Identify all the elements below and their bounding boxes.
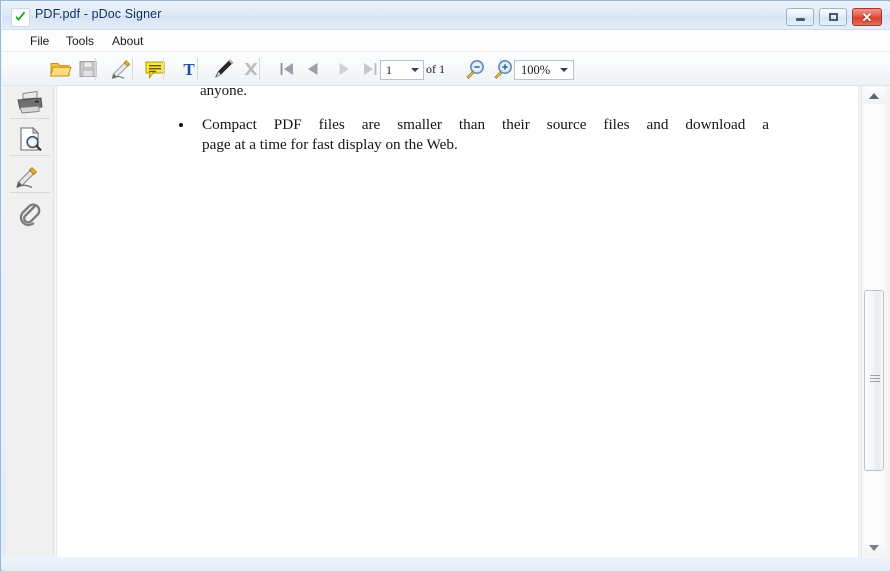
paragraph-line-2: page at a time for fast display on the W…: [202, 136, 458, 153]
menu-item-file[interactable]: File: [24, 33, 55, 49]
attachments-button[interactable]: [12, 198, 48, 230]
scroll-up-icon: [869, 92, 879, 99]
document-clipped-line: anyone.: [200, 86, 248, 99]
toolbar-separator: [163, 58, 164, 80]
add-text-button[interactable]: T: [175, 55, 203, 83]
signature-pen-icon: [16, 166, 38, 189]
application-window: PDF.pdf - pDoc Signer ✕ File Tools About: [0, 0, 890, 571]
page-number-value: 1: [386, 63, 392, 77]
chevron-down-icon[interactable]: [560, 68, 568, 72]
maximize-icon: [820, 9, 846, 25]
maximize-button[interactable]: [819, 8, 847, 26]
toolbar-separator: [95, 58, 96, 80]
open-file-button[interactable]: [47, 55, 75, 83]
check-icon: [11, 8, 30, 27]
scroll-down-icon: [869, 544, 879, 551]
toolbar-separator: [259, 58, 260, 80]
zoom-in-button[interactable]: [489, 55, 517, 83]
next-page-icon: [339, 63, 349, 75]
scrollbar-thumb[interactable]: [864, 290, 884, 471]
scrollbar-grip-icon: [870, 375, 880, 384]
left-toolbar: [6, 86, 54, 557]
signature-pen-icon: [111, 60, 131, 79]
toolbar-divider: [10, 155, 50, 156]
document-viewport[interactable]: anyone. Compact PDF files are smaller th…: [54, 86, 890, 557]
scroll-down-button[interactable]: [863, 539, 885, 556]
pdf-page[interactable]: anyone. Compact PDF files are smaller th…: [56, 86, 859, 557]
zoom-level-value: 100%: [521, 63, 551, 77]
delete-x-icon: [244, 63, 258, 75]
page-number-input[interactable]: 1: [380, 60, 424, 80]
document-paragraph: Compact PDF files are smaller than their…: [202, 115, 769, 155]
title-bar: PDF.pdf - pDoc Signer ✕: [2, 2, 890, 30]
signature-tool-button[interactable]: [12, 161, 48, 193]
next-page-button[interactable]: [330, 55, 358, 83]
print-button[interactable]: [12, 87, 48, 119]
toolbar-divider: [10, 118, 50, 119]
save-file-button[interactable]: [74, 55, 102, 83]
previous-page-button[interactable]: [299, 55, 327, 83]
open-folder-icon: [50, 63, 72, 77]
paragraph-line-1: Compact PDF files are smaller than their…: [202, 116, 769, 133]
pencil-tool-button[interactable]: [209, 55, 237, 83]
toolbar-separator: [132, 58, 133, 80]
scroll-up-button[interactable]: [863, 87, 885, 104]
vertical-scrollbar[interactable]: [861, 86, 885, 557]
bullet-marker: [179, 123, 183, 127]
magnifier-plus-icon: [494, 60, 512, 79]
add-comment-button[interactable]: [141, 55, 169, 83]
page-total-label: of 1: [426, 62, 445, 76]
minimize-icon: [787, 9, 813, 25]
scrollbar-track-lower[interactable]: [863, 472, 885, 538]
status-bar: [2, 557, 890, 571]
window-title: PDF.pdf - pDoc Signer: [35, 7, 162, 21]
zoom-level-input[interactable]: 100%: [514, 60, 574, 80]
delete-button[interactable]: [237, 55, 265, 83]
menu-item-about[interactable]: About: [106, 33, 149, 49]
chevron-down-icon[interactable]: [411, 68, 419, 72]
last-page-icon: [364, 63, 377, 75]
document-search-icon: [20, 126, 42, 152]
text-t-icon: T: [183, 60, 195, 79]
first-page-icon: [280, 63, 293, 75]
paperclip-icon: [19, 203, 41, 227]
first-page-button[interactable]: [273, 55, 301, 83]
close-icon: ✕: [861, 9, 873, 25]
menu-item-tools[interactable]: Tools: [60, 33, 100, 49]
magnifier-minus-icon: [466, 60, 484, 79]
main-toolbar: T 1 of 1 100%: [2, 52, 890, 86]
zoom-out-button[interactable]: [461, 55, 489, 83]
search-document-button[interactable]: [12, 124, 48, 156]
previous-page-icon: [308, 63, 318, 75]
printer-icon: [17, 90, 43, 114]
toolbar-separator: [197, 58, 198, 80]
scrollbar-track-upper[interactable]: [863, 104, 885, 290]
menu-bar: File Tools About: [2, 30, 890, 52]
svg-text:T: T: [183, 60, 195, 79]
minimize-button[interactable]: [786, 8, 814, 26]
pencil-icon: [215, 59, 234, 78]
toolbar-divider: [10, 192, 50, 193]
close-button[interactable]: ✕: [852, 8, 882, 26]
